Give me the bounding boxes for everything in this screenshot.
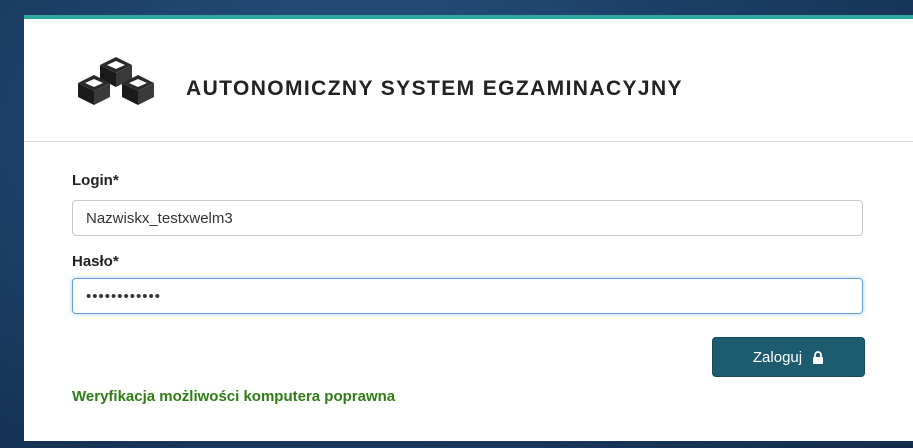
password-label: Hasło* — [72, 253, 119, 270]
lock-icon — [813, 350, 824, 364]
card-header: AUTONOMICZNY SYSTEM EGZAMINACYJNY — [24, 19, 913, 142]
login-button-label: Zaloguj — [752, 348, 803, 366]
cubes-icon — [78, 57, 154, 105]
login-card: AUTONOMICZNY SYSTEM EGZAMINACYJNY Login*… — [24, 15, 913, 441]
password-input[interactable] — [72, 278, 863, 314]
login-button[interactable]: Zaloguj — [712, 337, 865, 377]
app-title: AUTONOMICZNY SYSTEM EGZAMINACYJNY — [186, 77, 683, 100]
login-input[interactable] — [72, 200, 863, 236]
status-message: Weryfikacja możliwości komputera poprawn… — [72, 388, 396, 405]
login-label: Login* — [72, 172, 119, 189]
